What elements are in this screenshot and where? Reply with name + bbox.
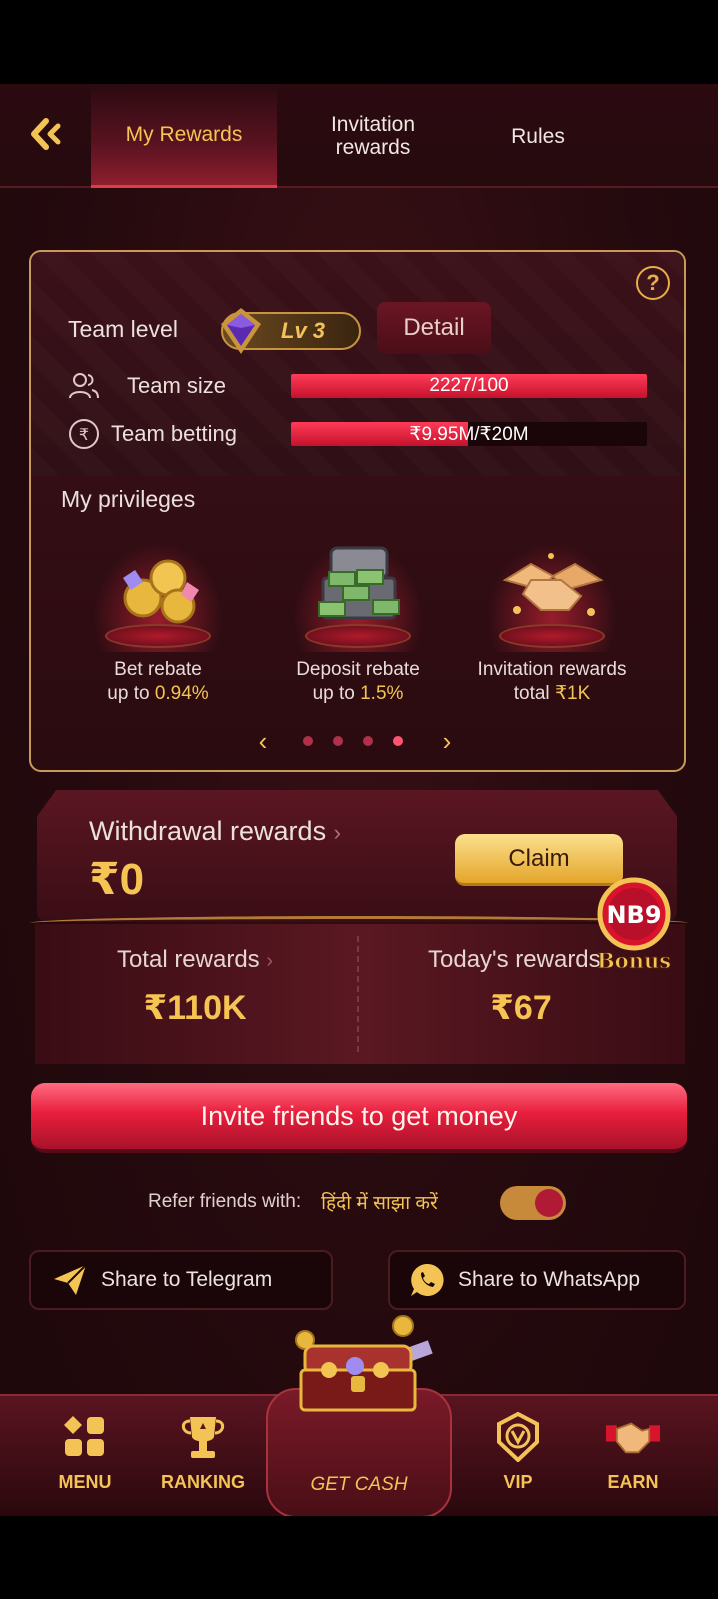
tab-my-rewards[interactable]: My Rewards bbox=[91, 84, 277, 188]
tab-rules-label: Rules bbox=[511, 124, 565, 148]
treasure-chest-icon[interactable] bbox=[285, 1308, 435, 1418]
nav-earn-label: EARN bbox=[607, 1472, 659, 1492]
team-card: ? Team level Lv 3 Detail Team size 2227/… bbox=[29, 250, 686, 772]
nav-menu-label: MENU bbox=[58, 1472, 112, 1492]
tab-invitation-rewards-label: Invitation rewards bbox=[330, 113, 416, 159]
detail-button-label: Detail bbox=[403, 314, 465, 341]
toggle-knob bbox=[535, 1189, 563, 1217]
todays-rewards-value: ₹67 bbox=[490, 989, 552, 1027]
team-level-badge: Lv 3 bbox=[221, 308, 361, 354]
privilege-bet-rebate-label: Bet rebate up to 0.94% bbox=[107, 659, 209, 704]
team-size-bar: 2227/100 bbox=[291, 374, 647, 398]
carousel-dot[interactable] bbox=[303, 736, 313, 746]
nav-ranking-label: RANKING bbox=[161, 1472, 245, 1492]
team-level-label: Team level bbox=[68, 316, 178, 342]
team-size-row: Team size bbox=[67, 368, 226, 404]
tab-my-rewards-label: My Rewards bbox=[125, 123, 243, 146]
bonus-badge-brand: NB9 bbox=[606, 901, 661, 929]
carousel-next-icon[interactable]: › bbox=[435, 726, 459, 756]
chevron-right-icon: › bbox=[266, 950, 274, 972]
invite-friends-label: Invite friends to get money bbox=[200, 1100, 518, 1131]
coins-gems-icon bbox=[83, 542, 233, 654]
share-telegram-label: Share to Telegram bbox=[101, 1268, 273, 1291]
privilege-deposit-rebate-label: Deposit rebate up to 1.5% bbox=[296, 659, 420, 704]
nav-vip-label: VIP bbox=[503, 1472, 533, 1492]
whatsapp-icon bbox=[408, 1261, 446, 1299]
privilege-deposit-rebate[interactable]: Deposit rebate up to 1.5% bbox=[263, 542, 453, 706]
rupee-icon: ₹ bbox=[67, 417, 101, 451]
handshake-icon bbox=[477, 542, 627, 654]
team-betting-value: ₹9.95M/₹20M bbox=[409, 423, 529, 445]
vip-shield-icon bbox=[491, 1410, 545, 1464]
header: My Rewards Invitation rewards Rules bbox=[0, 84, 718, 188]
privilege-invitation-rewards[interactable]: Invitation rewards total ₹1K bbox=[457, 542, 647, 706]
team-level-value: Lv 3 bbox=[281, 318, 326, 343]
todays-rewards-label: Today's rewards bbox=[428, 946, 601, 973]
detail-button[interactable]: Detail bbox=[377, 302, 491, 354]
back-arrow-icon bbox=[31, 118, 61, 150]
carousel-prev-icon[interactable]: ‹ bbox=[251, 726, 275, 756]
privileges-title: My privileges bbox=[61, 486, 196, 512]
chevron-right-icon: › bbox=[333, 820, 341, 845]
share-whatsapp-label: Share to WhatsApp bbox=[458, 1268, 641, 1291]
team-betting-label: Team betting bbox=[111, 421, 237, 446]
bonus-badge-label: Bonus bbox=[597, 948, 671, 973]
team-betting-bar: ₹9.95M/₹20M bbox=[291, 422, 647, 446]
privileges-carousel-controls: ‹ › bbox=[31, 726, 684, 756]
carousel-dot[interactable] bbox=[363, 736, 373, 746]
withdrawal-rewards-title[interactable]: Withdrawal rewards › bbox=[89, 816, 341, 847]
withdrawal-rewards-card: Withdrawal rewards › ₹0 Claim bbox=[37, 790, 677, 922]
total-rewards-value: ₹110K bbox=[143, 989, 247, 1027]
tab-invitation-rewards[interactable]: Invitation rewards bbox=[292, 84, 454, 188]
nav-ranking[interactable]: RANKING bbox=[148, 1410, 258, 1493]
gem-icon bbox=[221, 308, 261, 354]
claim-button-label: Claim bbox=[508, 844, 570, 872]
invite-friends-button[interactable]: Invite friends to get money bbox=[31, 1083, 687, 1153]
refer-language: हिंदी में साझा करें bbox=[321, 1193, 438, 1214]
nav-vip[interactable]: VIP bbox=[463, 1410, 573, 1493]
nb9-bonus-badge[interactable]: NB9 Bonus bbox=[584, 866, 684, 976]
privilege-invitation-rewards-label: Invitation rewards total ₹1K bbox=[477, 659, 627, 704]
share-telegram-button[interactable]: Share to Telegram bbox=[29, 1250, 333, 1310]
carousel-dot[interactable] bbox=[333, 736, 343, 746]
app-screen: My Rewards Invitation rewards Rules ? Te… bbox=[0, 84, 718, 1516]
privilege-bet-rebate[interactable]: Bet rebate up to 0.94% bbox=[63, 542, 253, 706]
back-button[interactable] bbox=[26, 114, 66, 154]
carousel-dot-active[interactable] bbox=[393, 736, 403, 746]
tab-rules[interactable]: Rules bbox=[468, 84, 608, 188]
total-rewards[interactable]: Total rewards › ₹110K bbox=[35, 946, 355, 1028]
menu-grid-icon bbox=[58, 1410, 112, 1464]
nav-earn[interactable]: EARN bbox=[578, 1410, 688, 1493]
users-icon bbox=[67, 369, 101, 403]
withdrawal-amount: ₹0 bbox=[89, 855, 145, 904]
nav-menu[interactable]: MENU bbox=[30, 1410, 140, 1493]
trophy-icon bbox=[176, 1410, 230, 1464]
total-rewards-label: Total rewards bbox=[116, 946, 260, 973]
nav-get-cash-label: GET CASH bbox=[310, 1474, 408, 1495]
system-bar bbox=[0, 1516, 718, 1599]
share-whatsapp-button[interactable]: Share to WhatsApp bbox=[388, 1250, 686, 1310]
refer-label: Refer friends with: bbox=[148, 1191, 302, 1212]
team-size-label: Team size bbox=[127, 373, 227, 398]
cash-chest-icon bbox=[283, 542, 433, 654]
help-icon[interactable]: ? bbox=[636, 266, 670, 300]
hindi-share-toggle[interactable] bbox=[500, 1186, 566, 1220]
telegram-icon bbox=[51, 1261, 89, 1299]
svg-text:₹: ₹ bbox=[79, 425, 89, 444]
handshake-icon bbox=[606, 1410, 660, 1464]
refer-row: Refer friends with: हिंदी में साझा करें bbox=[148, 1184, 438, 1220]
team-size-value: 2227/100 bbox=[429, 375, 509, 396]
team-betting-row: ₹ Team betting bbox=[67, 416, 237, 452]
divider bbox=[357, 936, 359, 1052]
